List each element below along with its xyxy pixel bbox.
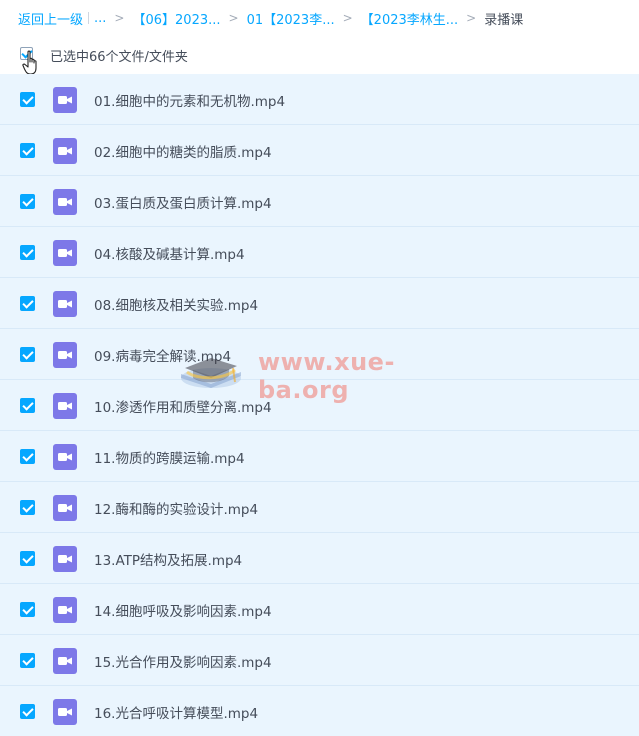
file-browser: 返回上一级 ... > 【06】2023... > 01【2023李... > …	[0, 0, 639, 736]
file-row[interactable]: 09.病毒完全解读.mp4	[0, 329, 639, 380]
chevron-right-icon: >	[228, 11, 239, 25]
back-link[interactable]: 返回上一级	[18, 9, 83, 28]
selection-count-label: 已选中66个文件/文件夹	[50, 50, 188, 65]
file-row[interactable]: 15.光合作用及影响因素.mp4	[0, 635, 639, 686]
file-checkbox[interactable]	[20, 296, 35, 311]
file-name[interactable]: 14.细胞呼吸及影响因素.mp4	[94, 600, 272, 620]
file-row[interactable]: 16.光合呼吸计算模型.mp4	[0, 686, 639, 736]
video-file-icon	[53, 546, 77, 572]
file-row[interactable]: 04.核酸及碱基计算.mp4	[0, 227, 639, 278]
file-name[interactable]: 12.酶和酶的实验设计.mp4	[94, 498, 258, 518]
file-checkbox[interactable]	[20, 653, 35, 668]
file-row[interactable]: 02.细胞中的糖类的脂质.mp4	[0, 125, 639, 176]
file-row[interactable]: 12.酶和酶的实验设计.mp4	[0, 482, 639, 533]
file-checkbox[interactable]	[20, 551, 35, 566]
file-row[interactable]: 03.蛋白质及蛋白质计算.mp4	[0, 176, 639, 227]
file-checkbox[interactable]	[20, 704, 35, 719]
chevron-right-icon: >	[342, 11, 353, 25]
chevron-right-icon: >	[466, 11, 477, 25]
video-file-icon	[53, 291, 77, 317]
file-checkbox[interactable]	[20, 500, 35, 515]
video-file-icon	[53, 393, 77, 419]
file-name[interactable]: 03.蛋白质及蛋白质计算.mp4	[94, 192, 272, 212]
video-file-icon	[53, 648, 77, 674]
video-file-icon	[53, 699, 77, 725]
video-file-icon	[53, 189, 77, 215]
file-name[interactable]: 02.细胞中的糖类的脂质.mp4	[94, 141, 272, 161]
file-row[interactable]: 10.渗透作用和质壁分离.mp4	[0, 380, 639, 431]
file-row[interactable]: 13.ATP结构及拓展.mp4	[0, 533, 639, 584]
file-checkbox[interactable]	[20, 92, 35, 107]
file-list: 01.细胞中的元素和无机物.mp4 02.细胞中的糖类的脂质.mp4 03.蛋白质及…	[0, 74, 639, 736]
file-row[interactable]: 11.物质的跨膜运输.mp4	[0, 431, 639, 482]
breadcrumb-current: 录播课	[484, 12, 524, 28]
file-name[interactable]: 13.ATP结构及拓展.mp4	[94, 549, 242, 569]
breadcrumb-item-3[interactable]: 【2023李林生...	[361, 9, 458, 28]
selection-header: 已选中66个文件/文件夹	[0, 36, 639, 75]
file-name[interactable]: 08.细胞核及相关实验.mp4	[94, 294, 258, 314]
breadcrumb-item-2[interactable]: 01【2023李...	[247, 9, 335, 28]
file-checkbox[interactable]	[20, 398, 35, 413]
file-name[interactable]: 11.物质的跨膜运输.mp4	[94, 447, 245, 467]
breadcrumb: 返回上一级 ... > 【06】2023... > 01【2023李... > …	[18, 8, 523, 28]
file-row[interactable]: 01.细胞中的元素和无机物.mp4	[0, 74, 639, 125]
breadcrumb-divider	[88, 12, 90, 24]
video-file-icon	[53, 87, 77, 113]
hand-cursor-icon	[22, 50, 37, 75]
file-row[interactable]: 14.细胞呼吸及影响因素.mp4	[0, 584, 639, 635]
file-checkbox[interactable]	[20, 194, 35, 209]
video-file-icon	[53, 597, 77, 623]
chevron-right-icon: >	[114, 11, 125, 25]
video-file-icon	[53, 444, 77, 470]
video-file-icon	[53, 495, 77, 521]
breadcrumb-item-1[interactable]: 【06】2023...	[132, 9, 220, 28]
file-checkbox[interactable]	[20, 347, 35, 362]
video-file-icon	[53, 240, 77, 266]
video-file-icon	[53, 138, 77, 164]
file-checkbox[interactable]	[20, 245, 35, 260]
file-checkbox[interactable]	[20, 143, 35, 158]
file-name[interactable]: 10.渗透作用和质壁分离.mp4	[94, 396, 272, 416]
file-name[interactable]: 04.核酸及碱基计算.mp4	[94, 243, 245, 263]
file-row[interactable]: 08.细胞核及相关实验.mp4	[0, 278, 639, 329]
video-file-icon	[53, 342, 77, 368]
file-name[interactable]: 01.细胞中的元素和无机物.mp4	[94, 90, 285, 110]
file-checkbox[interactable]	[20, 449, 35, 464]
file-name[interactable]: 09.病毒完全解读.mp4	[94, 345, 231, 365]
breadcrumb-ellipsis[interactable]: ...	[94, 11, 106, 26]
file-name[interactable]: 16.光合呼吸计算模型.mp4	[94, 702, 258, 722]
file-name[interactable]: 15.光合作用及影响因素.mp4	[94, 651, 272, 671]
file-checkbox[interactable]	[20, 602, 35, 617]
